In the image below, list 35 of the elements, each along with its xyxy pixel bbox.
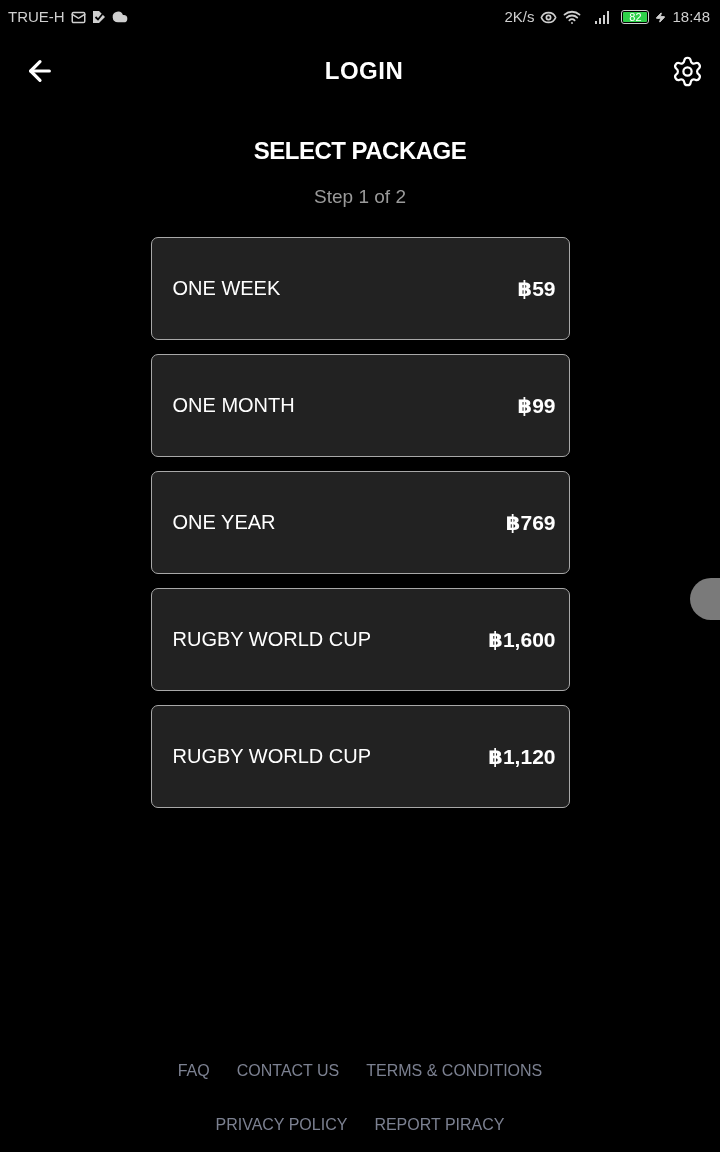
- carrier-name: TRUE-H: [8, 8, 65, 26]
- package-price: ฿1,600: [488, 627, 556, 652]
- wifi-icon: [563, 8, 582, 26]
- package-card[interactable]: ONE MONTH ฿99: [150, 354, 570, 457]
- package-card[interactable]: ONE WEEK ฿59: [150, 237, 570, 340]
- clock-time: 18:48: [672, 8, 710, 26]
- package-card[interactable]: RUGBY WORLD CUP ฿1,120: [150, 705, 570, 808]
- package-name: ONE YEAR: [172, 511, 276, 534]
- floating-button[interactable]: [690, 578, 720, 620]
- package-name: ONE MONTH: [172, 394, 295, 417]
- package-price: ฿1,120: [488, 744, 556, 769]
- signal-icon: [595, 10, 612, 24]
- package-price: ฿59: [517, 276, 556, 301]
- footer-link[interactable]: TERMS & CONDITIONS: [366, 1061, 543, 1081]
- charging-icon: [655, 11, 667, 23]
- footer-link[interactable]: PRIVACY POLICY: [215, 1115, 348, 1135]
- page-title: SELECT PACKAGE: [253, 136, 467, 166]
- footer-link[interactable]: REPORT PIRACY: [374, 1115, 505, 1135]
- network-speed: 2K/s: [504, 8, 535, 26]
- check-tag-icon: [91, 10, 106, 24]
- package-name: RUGBY WORLD CUP: [172, 745, 372, 768]
- footer-link[interactable]: FAQ: [177, 1061, 210, 1081]
- cloud-icon: [111, 9, 128, 25]
- footer-link[interactable]: CONTACT US: [236, 1061, 340, 1081]
- package-card[interactable]: ONE YEAR ฿769: [150, 471, 570, 574]
- package-card[interactable]: RUGBY WORLD CUP ฿1,600: [150, 588, 570, 691]
- package-price: ฿99: [517, 393, 556, 418]
- package-name: ONE WEEK: [172, 277, 281, 300]
- header-title: LOGIN: [324, 56, 404, 86]
- settings-icon[interactable]: [671, 54, 704, 88]
- mail-icon: [70, 9, 86, 25]
- step-indicator: Step 1 of 2: [314, 185, 406, 209]
- battery-indicator: 82: [621, 10, 650, 24]
- package-price: ฿769: [505, 510, 556, 535]
- package-name: RUGBY WORLD CUP: [172, 628, 372, 651]
